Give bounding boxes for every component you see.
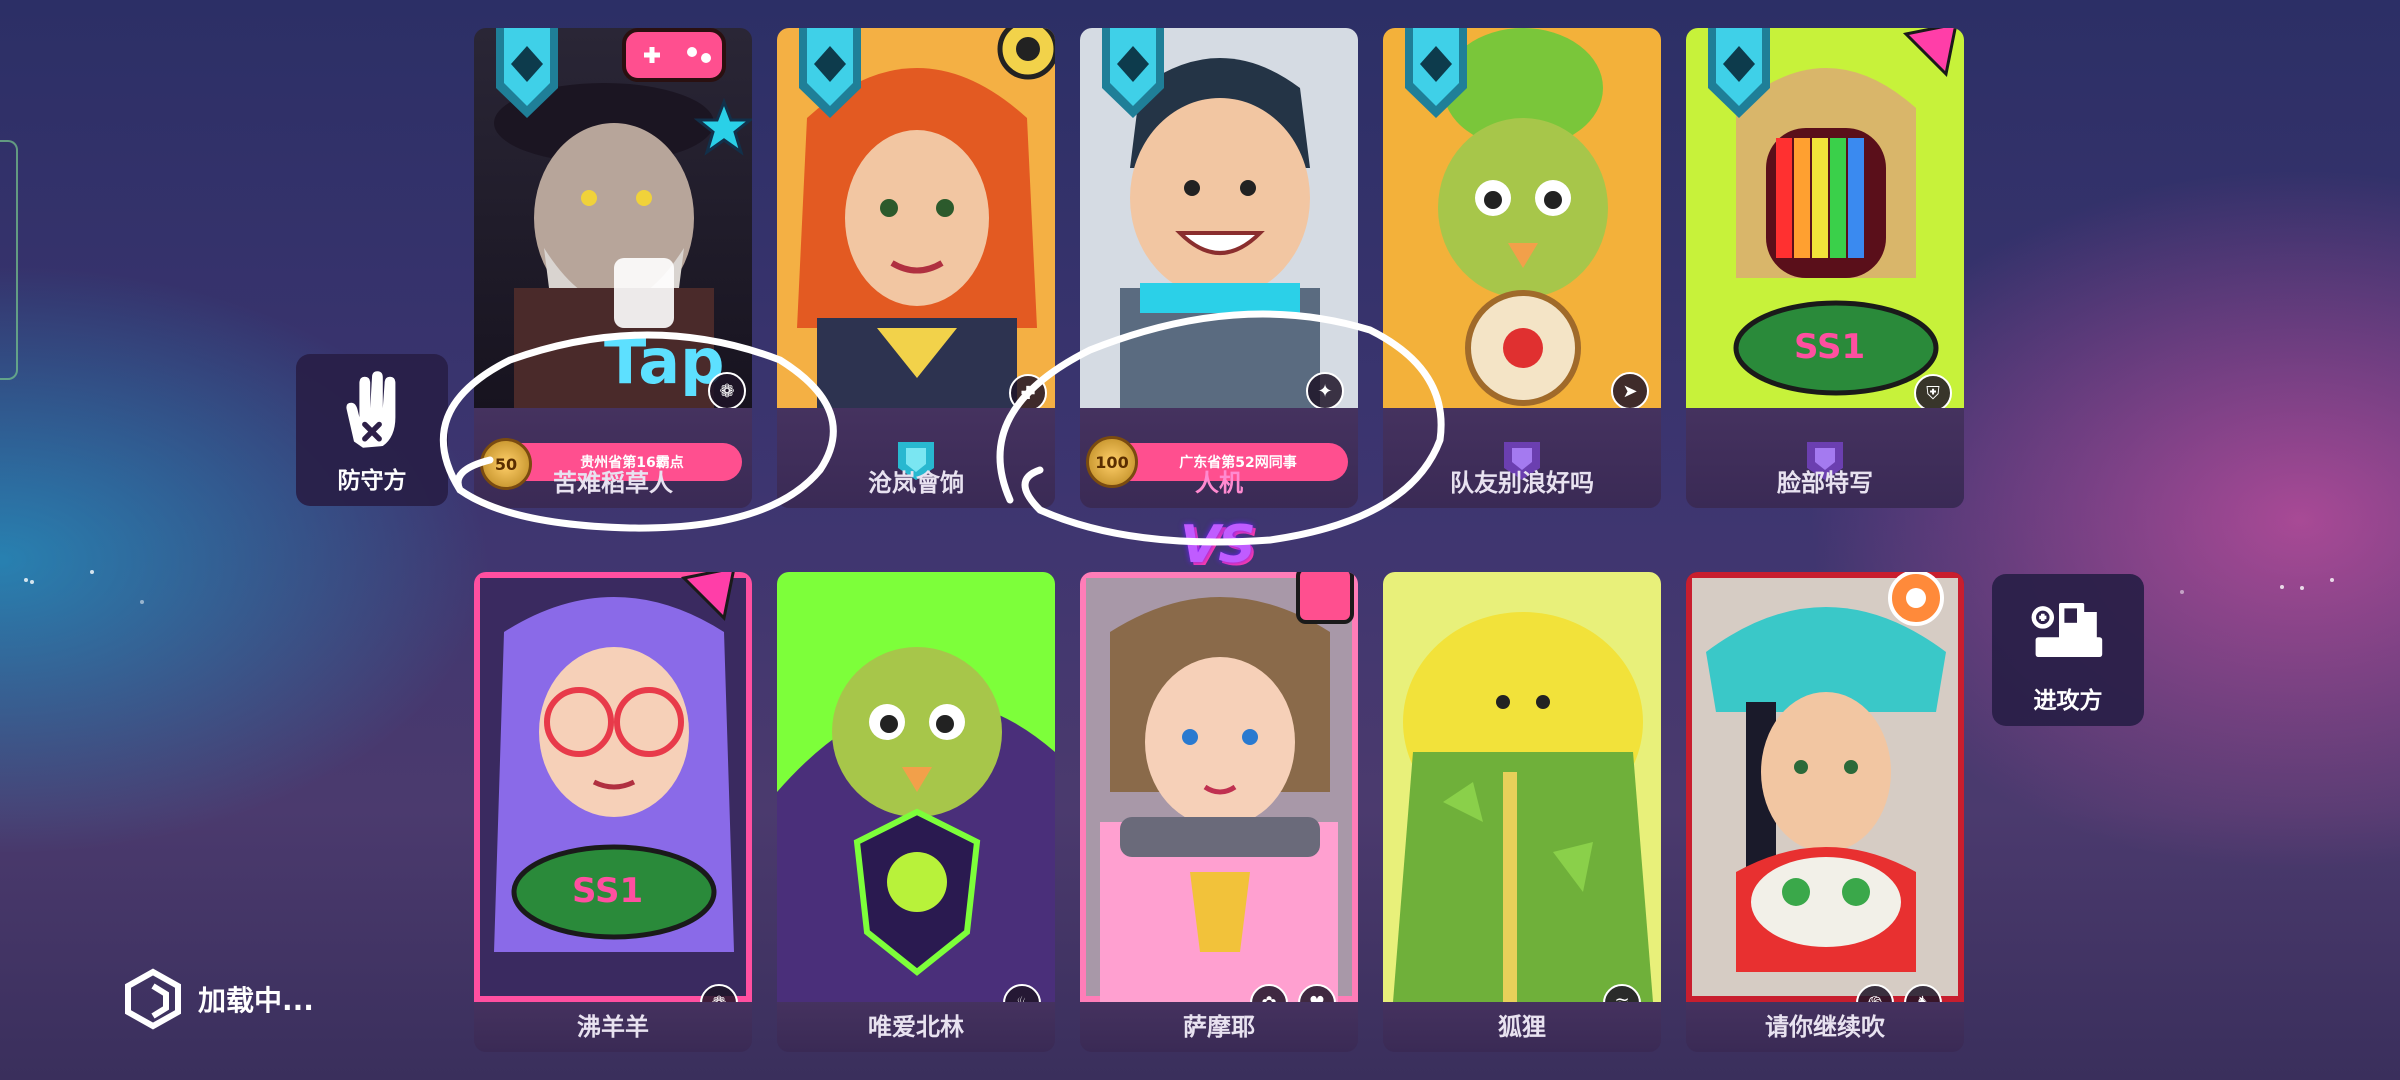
star-sticker-icon	[694, 98, 752, 156]
player-card[interactable]: ✚ 沧岚會饷	[777, 28, 1055, 508]
player-card[interactable]: ✦ 广东省第52网同事 100 人机	[1080, 28, 1358, 508]
player-card[interactable]: SS1 ❁ 沸羊羊	[474, 572, 752, 1052]
card-info-panel: 萨摩耶	[1080, 1002, 1358, 1052]
attacker-label: 进攻方	[2033, 688, 2103, 714]
tap-watermark: Tap	[604, 325, 725, 398]
ability-atom-icon: ❁	[708, 372, 746, 410]
heart-sticker-icon	[1296, 572, 1354, 624]
player-card[interactable]: ➤ 队友别浪好吗	[1383, 28, 1661, 508]
hand-stop-icon	[346, 371, 396, 448]
card-info-panel: 狐狸	[1383, 1002, 1661, 1052]
player-name: 人机	[1195, 469, 1243, 497]
rank-crest-icon	[496, 28, 558, 118]
card-info-panel: 请你继续吹	[1686, 1002, 1964, 1052]
player-card[interactable]: SS1 ⛨ 脸部特写	[1686, 28, 1964, 508]
hero-portrait-space-girl	[1080, 572, 1358, 1002]
left-edge-tab[interactable]	[0, 140, 18, 380]
player-card[interactable]: ≋ 狐狸	[1383, 572, 1661, 1052]
card-info-panel: 唯爱北林	[777, 1002, 1055, 1052]
hero-portrait-green-blob	[1383, 572, 1661, 1002]
svg-text:SS1: SS1	[572, 871, 643, 911]
player-name: 苦难稻草人	[553, 469, 673, 497]
card-info-panel: 脸部特写	[1686, 408, 1964, 508]
rank-crest-icon	[799, 28, 861, 118]
card-info-panel: 贵州省第16霸点 50 苦难稻草人	[474, 408, 752, 508]
player-name: 狐狸	[1498, 1013, 1546, 1041]
card-info-panel: 沸羊羊	[474, 1002, 752, 1052]
player-card[interactable]: ֍ ♞ 请你继续吹	[1686, 572, 1964, 1052]
ability-cross-icon: ✚	[1009, 374, 1047, 412]
player-name: 沧岚會饷	[868, 469, 964, 497]
rank-crest-icon	[1708, 28, 1770, 118]
sparkle-sticker-icon	[1902, 28, 1957, 78]
player-card[interactable]: Tap ❁ 贵州省第16霸点 50 苦难稻草人	[474, 28, 752, 508]
player-name: 请你继续吹	[1765, 1013, 1885, 1041]
gamepad-sticker-icon	[622, 28, 726, 82]
player-name: 脸部特写	[1777, 469, 1873, 497]
hero-portrait-green-bird-lion	[777, 572, 1055, 1002]
ability-spark-icon: ✦	[1306, 372, 1344, 410]
card-info-panel: 广东省第52网同事 100 人机	[1080, 408, 1358, 508]
sparkle-sticker-icon	[680, 572, 735, 622]
attacker-side-button[interactable]: 进攻方	[1992, 574, 2144, 726]
player-card[interactable]: ✿ ♥ 萨摩耶	[1080, 572, 1358, 1052]
siege-machine-icon	[2031, 603, 2103, 657]
ability-shield-icon: ⛨	[1914, 374, 1952, 412]
player-name: 唯爱北林	[868, 1013, 964, 1041]
defender-side-button[interactable]: 防守方	[296, 354, 448, 506]
player-name: 队友别浪好吗	[1450, 469, 1594, 497]
player-name: 沸羊羊	[577, 1013, 649, 1041]
ability-dash-icon: ➤	[1611, 372, 1649, 410]
loading-logo-icon	[125, 968, 181, 1030]
svg-text:SS1: SS1	[1794, 327, 1865, 367]
loading-text: 加载中...	[198, 984, 314, 1017]
card-info-panel: 队友别浪好吗	[1383, 408, 1661, 508]
player-name: 萨摩耶	[1183, 1013, 1255, 1041]
card-info-panel: 沧岚會饷	[777, 408, 1055, 508]
gear-badge-icon	[997, 28, 1055, 80]
loading-indicator: 加载中...	[122, 968, 314, 1030]
player-card[interactable]: ♨ 唯爱北林	[777, 572, 1055, 1052]
versus-label: VS	[1180, 515, 1256, 575]
rank-crest-icon	[1102, 28, 1164, 118]
rank-crest-icon	[1405, 28, 1467, 118]
candy-sticker-icon	[1888, 572, 1944, 626]
defender-label: 防守方	[337, 468, 407, 494]
